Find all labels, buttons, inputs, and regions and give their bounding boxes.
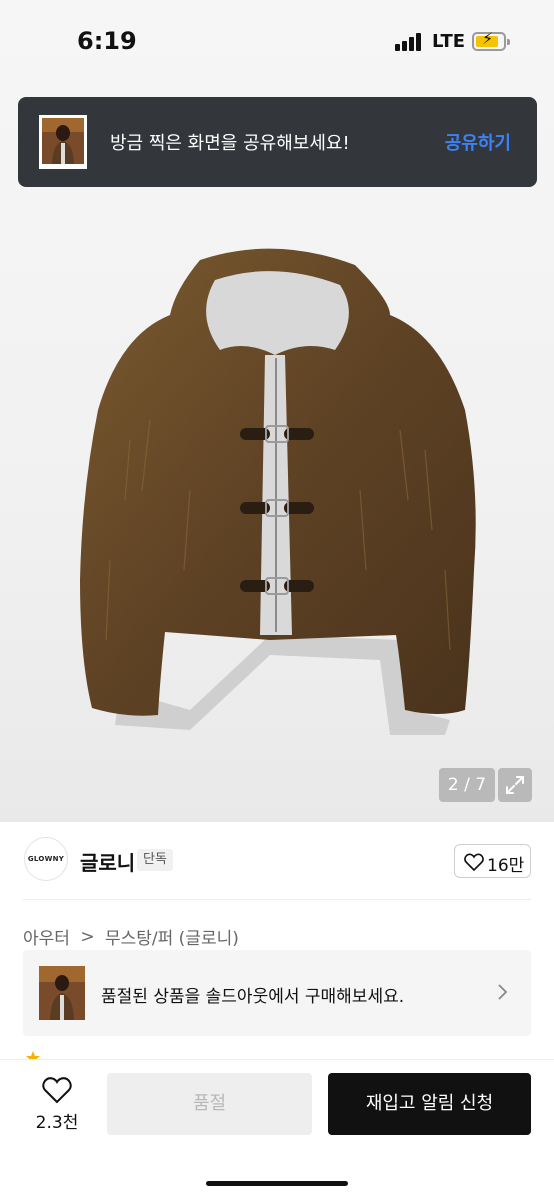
product-image-fur-jacket [80,248,476,735]
expand-icon [506,776,524,794]
status-time: 6:19 [77,27,137,55]
toast-message: 방금 찍은 화면을 공유해보세요! [110,133,350,154]
gallery-pager: 2 / 7 [439,768,495,802]
bottom-action-bar: 2.3천 품절 재입고 알림 신청 [0,1060,554,1200]
brand-row: GLOWNY 글로니 단독 16만 [0,822,554,900]
brand-like-count: 16만 [487,856,525,876]
share-toast: 방금 찍은 화면을 공유해보세요! 공유하기 [18,97,537,187]
screenshot-thumbnail[interactable] [39,115,87,169]
wish-count: 2.3천 [35,1113,79,1133]
heart-icon [464,853,484,871]
chevron-right-icon [498,984,508,1000]
home-indicator [206,1181,348,1186]
brand-name[interactable]: 글로니 [80,847,135,876]
breadcrumb-separator: > [80,926,95,947]
soldout-button: 품절 [107,1073,312,1135]
rating-row-peek [23,1048,223,1060]
star-icon [26,1051,40,1060]
status-bar: 6:19 LTE ⚡ [0,0,554,84]
battery-icon: ⚡ [472,31,510,51]
product-thumbnail [39,966,85,1020]
brand-like-button[interactable]: 16만 [454,844,531,878]
exclusive-badge: 단독 [137,849,173,871]
share-button[interactable]: 공유하기 [445,129,511,155]
breadcrumb-category[interactable]: 아우터 [23,924,70,949]
breadcrumb: 아우터 > 무스탕/퍼 (글로니) [23,924,239,950]
expand-button[interactable] [498,768,532,802]
network-label: LTE [432,31,466,52]
divider [23,899,531,900]
soldout-banner[interactable]: 품절된 상품을 솔드아웃에서 구매해보세요. [23,950,531,1036]
breadcrumb-subcategory[interactable]: 무스탕/퍼 (글로니) [105,924,239,949]
brand-logo[interactable]: GLOWNY [24,837,68,881]
restock-alert-button[interactable]: 재입고 알림 신청 [328,1073,531,1135]
signal-icon [395,33,425,51]
heart-icon[interactable] [42,1076,72,1104]
soldout-banner-text: 품절된 상품을 솔드아웃에서 구매해보세요. [101,987,405,1007]
